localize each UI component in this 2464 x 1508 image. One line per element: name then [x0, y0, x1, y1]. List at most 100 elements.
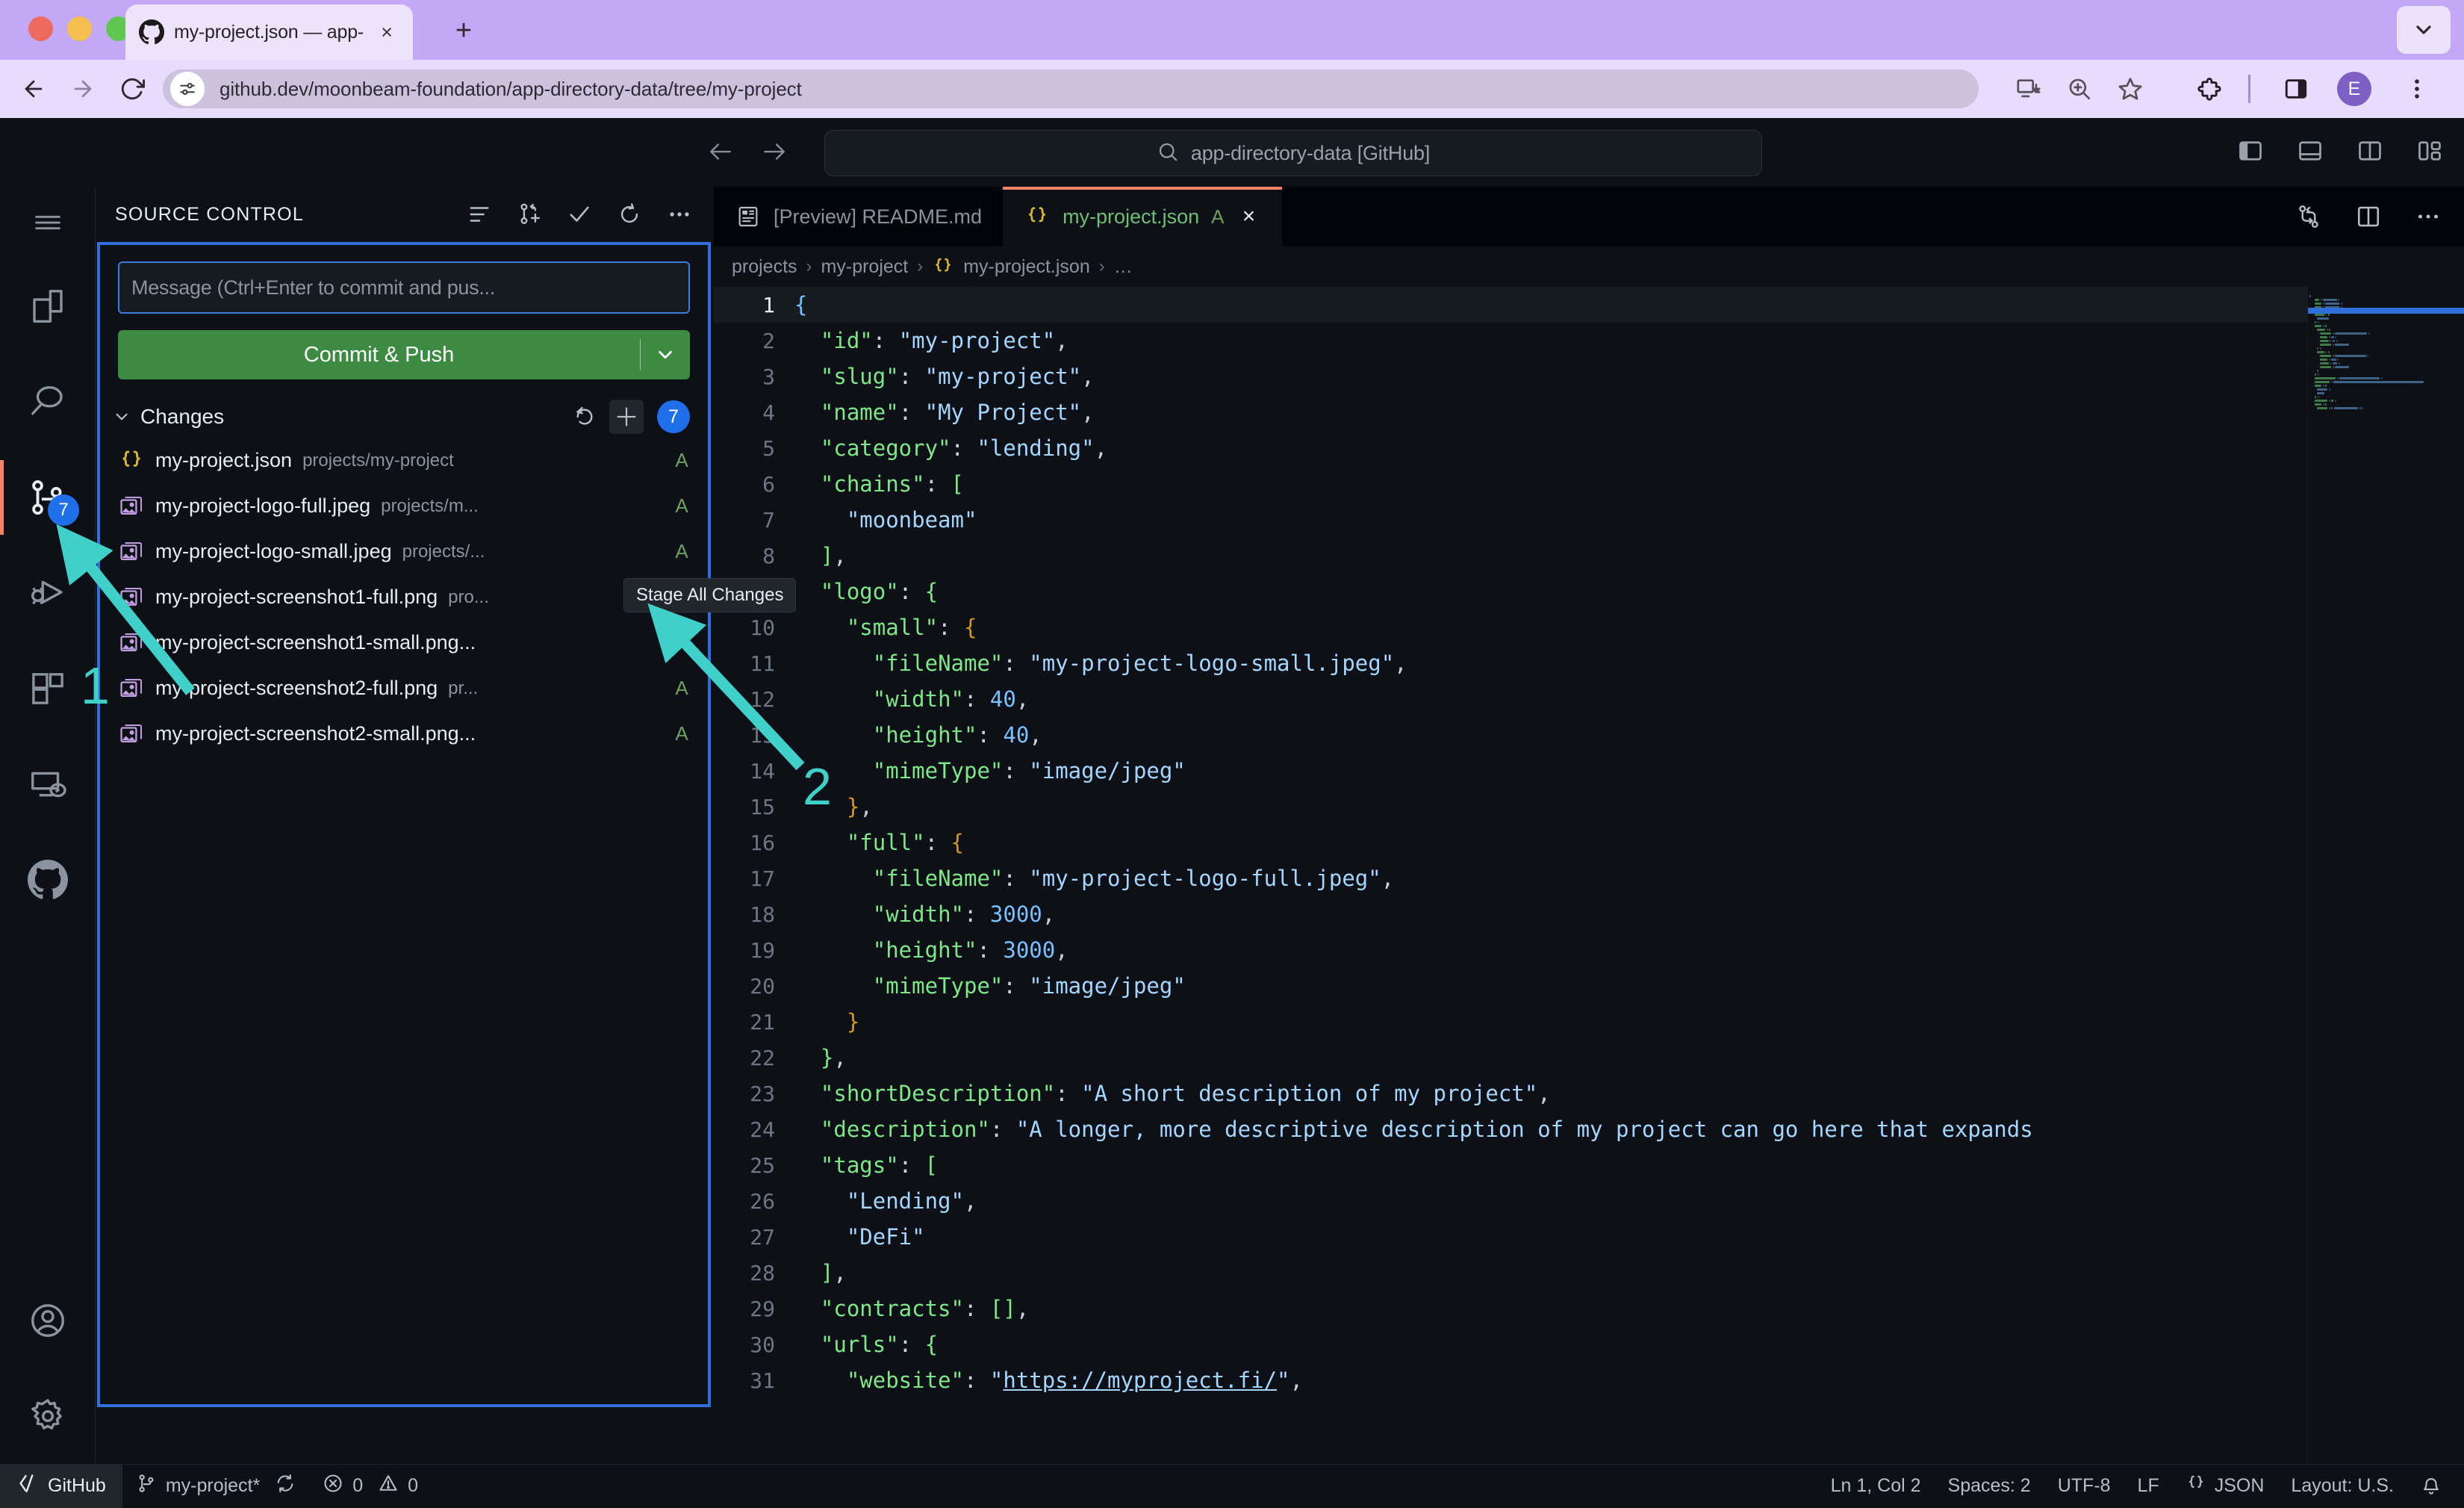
code-line[interactable]: 8 ],: [714, 538, 2464, 574]
code-line[interactable]: 7 "moonbeam": [714, 502, 2464, 538]
list-item[interactable]: my-project-screenshot1-small.png... A: [100, 620, 708, 665]
more-actions-icon[interactable]: [665, 199, 694, 229]
code-line[interactable]: 31 "website": "https://myproject.fi/",: [714, 1362, 2464, 1398]
breadcrumb-item-symbol[interactable]: …: [1114, 256, 1133, 278]
list-item[interactable]: my-project.json projects/my-project A: [100, 438, 708, 483]
code-line[interactable]: 26 "Lending",: [714, 1183, 2464, 1219]
code-line[interactable]: 2 "id": "my-project",: [714, 323, 2464, 359]
code-line[interactable]: 12 "width": 40,: [714, 681, 2464, 717]
back-icon[interactable]: [16, 72, 51, 106]
eol-setting[interactable]: LF: [2124, 1465, 2173, 1508]
compare-changes-icon[interactable]: [2292, 200, 2325, 233]
code-line[interactable]: 30 "urls": {: [714, 1327, 2464, 1362]
sidebar-item-explorer[interactable]: [0, 258, 96, 354]
view-as-tree-icon[interactable]: [464, 199, 494, 229]
go-forward-icon[interactable]: [756, 133, 793, 170]
toggle-secondary-sidebar-icon[interactable]: [2353, 134, 2386, 167]
address-bar[interactable]: github.dev/moonbeam-foundation/app-direc…: [163, 69, 1979, 108]
code-line[interactable]: 27 "DeFi": [714, 1219, 2464, 1255]
code-line[interactable]: 18 "width": 3000,: [714, 896, 2464, 932]
split-editor-icon[interactable]: [2352, 200, 2385, 233]
code-line[interactable]: 1{: [714, 287, 2464, 323]
minimap-slider[interactable]: [2308, 308, 2464, 314]
code-line[interactable]: 15 },: [714, 789, 2464, 825]
code-line[interactable]: 22 },: [714, 1040, 2464, 1076]
sidebar-item-run-and-debug[interactable]: [0, 545, 96, 641]
close-icon[interactable]: ×: [1236, 204, 1261, 229]
breadcrumb-item-projects[interactable]: projects: [732, 256, 797, 278]
go-back-icon[interactable]: [702, 133, 739, 170]
stage-all-changes-button[interactable]: [609, 400, 644, 434]
code-line[interactable]: 3 "slug": "my-project",: [714, 359, 2464, 394]
cursor-position[interactable]: Ln 1, Col 2: [1817, 1465, 1935, 1508]
refresh-icon[interactable]: [615, 199, 644, 229]
toggle-primary-sidebar-icon[interactable]: [2234, 134, 2267, 167]
profile-avatar[interactable]: E: [2337, 72, 2371, 106]
minimap[interactable]: [2307, 287, 2464, 1464]
site-info-icon[interactable]: [170, 72, 205, 106]
install-app-icon[interactable]: [2012, 72, 2046, 106]
sync-icon[interactable]: [275, 1473, 296, 1499]
commit-and-push-button[interactable]: Commit & Push: [118, 330, 690, 379]
side-panel-icon[interactable]: [2279, 72, 2313, 106]
keyboard-layout[interactable]: Layout: U.S.: [2277, 1465, 2407, 1508]
code-line[interactable]: 11 "fileName": "my-project-logo-small.jp…: [714, 645, 2464, 681]
list-item[interactable]: my-project-logo-full.jpeg projects/m... …: [100, 483, 708, 529]
extensions-icon[interactable]: [2192, 72, 2227, 106]
code-line[interactable]: 28 ],: [714, 1255, 2464, 1291]
new-branch-icon[interactable]: [514, 199, 544, 229]
sidebar-item-github[interactable]: [0, 832, 96, 928]
code-line[interactable]: 17 "fileName": "my-project-logo-full.jpe…: [714, 860, 2464, 896]
code-line[interactable]: 16 "full": {: [714, 825, 2464, 860]
bookmark-star-icon[interactable]: [2113, 72, 2147, 106]
chevron-down-icon[interactable]: [641, 344, 690, 366]
code-line[interactable]: 5 "category": "lending",: [714, 430, 2464, 466]
discard-all-changes-icon[interactable]: [567, 400, 602, 434]
list-item[interactable]: my-project-logo-small.jpeg projects/... …: [100, 529, 708, 574]
code-line[interactable]: 21 }: [714, 1004, 2464, 1040]
sidebar-item-search[interactable]: [0, 354, 96, 450]
sidebar-item-source-control[interactable]: 7: [0, 450, 96, 545]
customize-layout-icon[interactable]: [2413, 134, 2446, 167]
code-line[interactable]: 24 "description": "A longer, more descri…: [714, 1111, 2464, 1147]
zoom-icon[interactable]: [2062, 72, 2097, 106]
code-line[interactable]: 4 "name": "My Project",: [714, 394, 2464, 430]
close-icon[interactable]: ×: [374, 19, 399, 45]
more-actions-icon[interactable]: [2412, 200, 2445, 233]
toggle-panel-icon[interactable]: [2294, 134, 2327, 167]
code-line[interactable]: 25 "tags": [: [714, 1147, 2464, 1183]
breadcrumb-item-file[interactable]: my-project.json: [963, 256, 1090, 278]
branch-indicator[interactable]: my-project*: [122, 1465, 309, 1508]
changes-section-header[interactable]: Changes 7: [100, 396, 708, 438]
chrome-menu-icon[interactable]: [2400, 72, 2434, 106]
hamburger-menu-icon[interactable]: [0, 187, 96, 258]
code-editor[interactable]: 1{2 "id": "my-project", 3 "slug": "my-pro…: [714, 287, 2464, 1464]
bell-icon[interactable]: [2407, 1465, 2464, 1508]
indentation-setting[interactable]: Spaces: 2: [1935, 1465, 2044, 1508]
problems-indicator[interactable]: 0 0: [309, 1465, 432, 1508]
tab-search-chevron-down-icon[interactable]: [2397, 6, 2451, 54]
code-line[interactable]: 20 "mimeType": "image/jpeg": [714, 968, 2464, 1004]
minimize-window-button[interactable]: [67, 16, 92, 41]
code-line[interactable]: 19 "height": 3000,: [714, 932, 2464, 968]
list-item[interactable]: my-project-screenshot2-small.png... A: [100, 711, 708, 757]
chevron-down-icon[interactable]: [111, 406, 133, 428]
forward-icon[interactable]: [66, 72, 100, 106]
code-line[interactable]: 10 "small": {: [714, 609, 2464, 645]
command-center[interactable]: app-directory-data [GitHub]: [824, 130, 1762, 176]
remote-indicator[interactable]: GitHub: [0, 1464, 122, 1508]
new-tab-button[interactable]: +: [448, 16, 479, 48]
tab-readme-preview[interactable]: [Preview] README.md: [714, 187, 1004, 246]
commit-check-icon[interactable]: [564, 199, 594, 229]
list-item[interactable]: my-project-screenshot1-full.png pro... A: [100, 574, 708, 620]
code-line[interactable]: 14 "mimeType": "image/jpeg": [714, 753, 2464, 789]
code-line[interactable]: 6 "chains": [: [714, 466, 2464, 502]
language-mode[interactable]: JSON: [2173, 1465, 2278, 1508]
code-line[interactable]: 29 "contracts": [],: [714, 1291, 2464, 1327]
account-icon[interactable]: [0, 1273, 96, 1368]
gear-icon[interactable]: [0, 1368, 96, 1464]
reload-icon[interactable]: [115, 72, 149, 106]
list-item[interactable]: my-project-screenshot2-full.png pr... A: [100, 665, 708, 711]
code-line[interactable]: 9 "logo": {: [714, 574, 2464, 609]
tab-my-project-json[interactable]: my-project.json A ×: [1003, 187, 1283, 246]
